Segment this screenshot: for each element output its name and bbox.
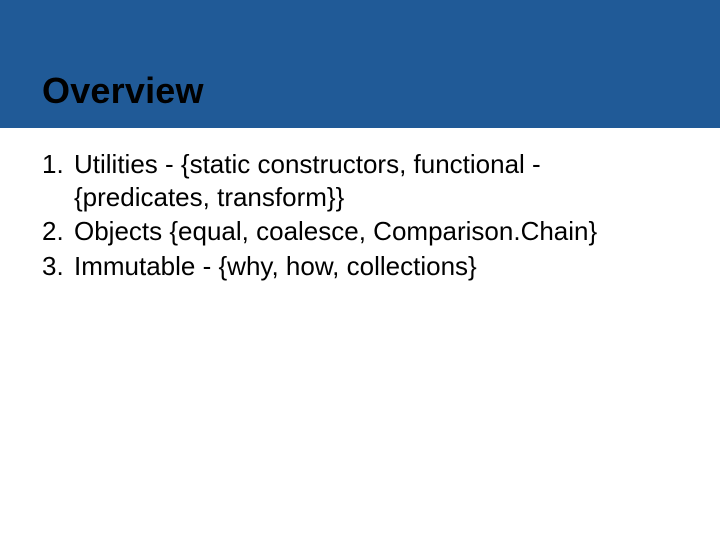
- list-item-text: Utilities - {static constructors, functi…: [74, 148, 680, 213]
- slide-title: Overview: [42, 70, 204, 112]
- list-item: Objects {equal, coalesce, Comparison.Cha…: [42, 215, 680, 248]
- list-item-text: Objects {equal, coalesce, Comparison.Cha…: [74, 215, 680, 248]
- outline-list: Utilities - {static constructors, functi…: [42, 148, 680, 282]
- list-item: Utilities - {static constructors, functi…: [42, 148, 680, 213]
- title-band: Overview: [0, 0, 720, 128]
- list-item: Immutable - {why, how, collections}: [42, 250, 680, 283]
- slide: Overview Utilities - {static constructor…: [0, 0, 720, 540]
- slide-content: Utilities - {static constructors, functi…: [0, 128, 720, 282]
- list-item-text: Immutable - {why, how, collections}: [74, 250, 680, 283]
